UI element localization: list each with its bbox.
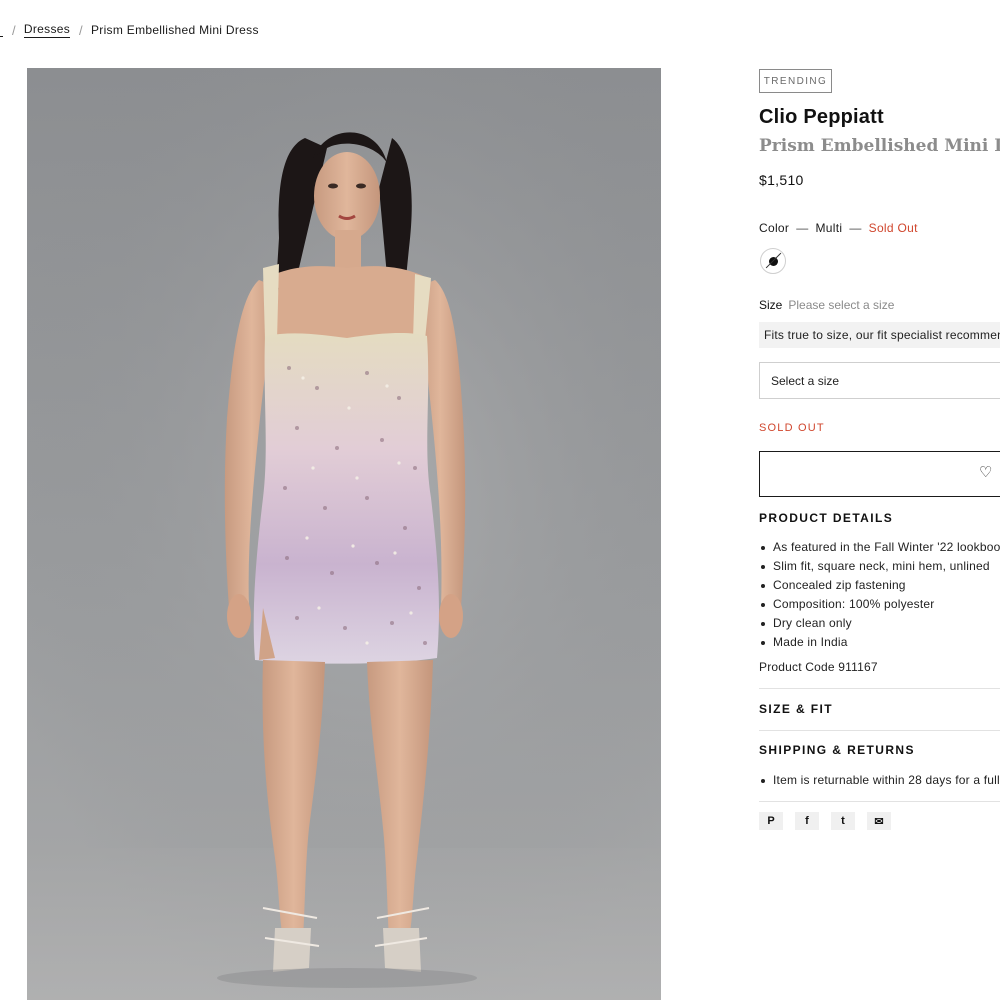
product-name: Prism Embellished Mini Dress bbox=[759, 136, 1000, 156]
product-code: Product Code 911167 bbox=[759, 660, 878, 674]
product-details-heading[interactable]: PRODUCT DETAILS bbox=[759, 511, 893, 525]
divider bbox=[759, 688, 1000, 689]
wishlist-button[interactable]: ♡ bbox=[759, 451, 1000, 497]
list-item: Slim fit, square neck, mini hem, unlined bbox=[759, 559, 1000, 578]
breadcrumb-separator: / bbox=[79, 22, 83, 38]
size-row: Size Please select a size bbox=[759, 298, 894, 312]
breadcrumb-separator: / bbox=[12, 22, 16, 38]
brand-name[interactable]: Clio Peppiatt bbox=[759, 106, 884, 129]
breadcrumb-home-link[interactable] bbox=[0, 23, 3, 37]
divider bbox=[759, 730, 1000, 731]
list-item: As featured in the Fall Winter '22 lookb… bbox=[759, 540, 1000, 559]
color-dash: — bbox=[849, 221, 862, 235]
product-details-list: As featured in the Fall Winter '22 lookb… bbox=[759, 540, 1000, 654]
size-hint: Please select a size bbox=[788, 298, 895, 312]
breadcrumb: / Dresses / Prism Embellished Mini Dress bbox=[0, 20, 259, 40]
product-price: $1,510 bbox=[759, 172, 804, 188]
product-info: TRENDING Clio Peppiatt Prism Embellished… bbox=[759, 68, 1000, 1000]
divider bbox=[759, 801, 1000, 802]
sold-out-label: SOLD OUT bbox=[759, 422, 825, 434]
size-fit-accordion[interactable]: SIZE & FIT bbox=[759, 702, 833, 716]
size-label: Size bbox=[759, 298, 783, 312]
pinterest-icon[interactable]: P bbox=[759, 812, 783, 830]
color-status: Sold Out bbox=[868, 221, 918, 235]
share-icons: P f t ✉ bbox=[759, 812, 903, 830]
email-icon[interactable]: ✉ bbox=[867, 812, 891, 830]
list-item: Made in India bbox=[759, 635, 1000, 654]
breadcrumb-dresses-link[interactable]: Dresses bbox=[23, 22, 71, 38]
fit-note: Fits true to size, our fit specialist re… bbox=[759, 322, 1000, 348]
breadcrumb-current: Prism Embellished Mini Dress bbox=[90, 23, 259, 37]
twitter-icon[interactable]: t bbox=[831, 812, 855, 830]
color-row: Color — Multi — Sold Out bbox=[759, 221, 918, 235]
list-item: Dry clean only bbox=[759, 616, 1000, 635]
list-item: Composition: 100% polyester bbox=[759, 597, 1000, 616]
shipping-returns-accordion[interactable]: SHIPPING & RETURNS bbox=[759, 743, 915, 757]
facebook-icon[interactable]: f bbox=[795, 812, 819, 830]
color-dash: — bbox=[796, 221, 809, 235]
heart-icon[interactable]: ♡ bbox=[979, 465, 992, 480]
product-image-illustration bbox=[27, 68, 661, 1000]
trending-badge: TRENDING bbox=[759, 69, 832, 93]
list-item: Item is returnable within 28 days for a … bbox=[759, 773, 1000, 792]
size-select[interactable]: Select a size bbox=[759, 362, 1000, 399]
product-image[interactable] bbox=[27, 68, 661, 1000]
list-item: Concealed zip fastening bbox=[759, 578, 1000, 597]
color-value: Multi bbox=[815, 221, 843, 235]
shipping-list: Item is returnable within 28 days for a … bbox=[759, 773, 1000, 792]
color-swatch-multi[interactable] bbox=[760, 248, 786, 274]
color-label: Color bbox=[759, 221, 790, 235]
